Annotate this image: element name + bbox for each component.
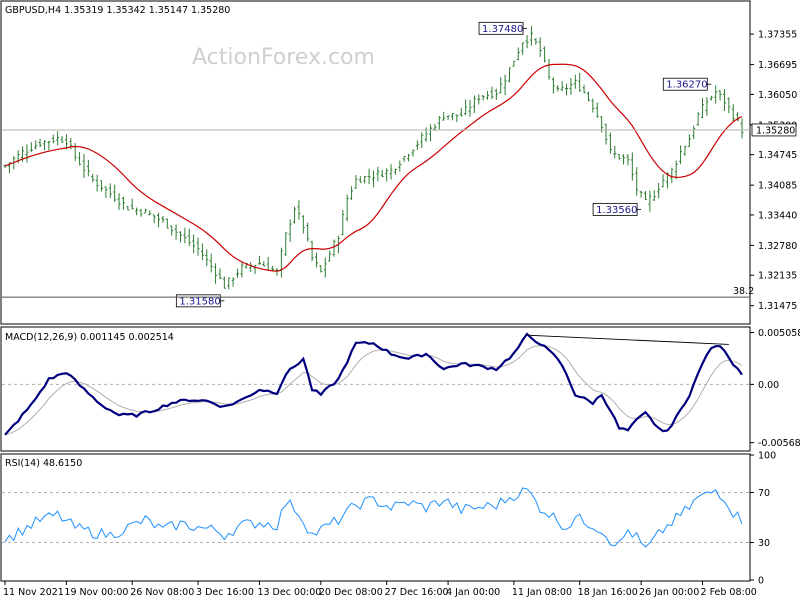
- rsi-tick-label: 0: [758, 576, 764, 587]
- price-panel-title: GBPUSD,H4 1.35319 1.35342 1.35147 1.3528…: [5, 5, 230, 16]
- price-tick-label: 1.36050: [758, 90, 797, 101]
- x-tick-label: 26 Nov 08:00: [130, 587, 194, 598]
- price-panel-frame: [0, 0, 751, 325]
- rsi-tick-label: 30: [758, 538, 770, 549]
- x-tick-label: 3 Dec 16:00: [196, 587, 254, 598]
- price-callout: 1.37480: [478, 21, 528, 35]
- chart-window: GBPUSD,H4 1.35319 1.35342 1.35147 1.3528…: [0, 0, 800, 600]
- macd-tick-label: 0.00: [758, 380, 779, 391]
- price-tick-label: 1.34745: [758, 150, 797, 161]
- x-tick-label: 2 Feb 08:00: [701, 587, 757, 598]
- current-price-label: 1.35280: [756, 125, 795, 136]
- price-callout: 1.36270: [662, 77, 712, 91]
- macd-tick-label: -0.005682: [758, 438, 800, 449]
- callout-label: 1.31580: [179, 296, 220, 307]
- price-tick-label: 1.37355: [758, 30, 797, 41]
- rsi-tick-label: 100: [758, 451, 776, 462]
- chart-canvas: GBPUSD,H4 1.35319 1.35342 1.35147 1.3528…: [0, 0, 800, 598]
- macd-tick-label: 0.005058: [758, 328, 800, 339]
- fib-label: 38.2: [733, 286, 754, 297]
- x-tick-label: 27 Dec 16:00: [385, 587, 449, 598]
- x-tick-label: 11 Nov 2021: [3, 587, 64, 598]
- x-tick-label: 20 Dec 08:00: [319, 587, 383, 598]
- rsi-tick-label: 70: [758, 488, 770, 499]
- price-tick-label: 1.34085: [758, 181, 797, 192]
- price-tick-label: 1.32135: [758, 271, 797, 282]
- price-tick-label: 1.33440: [758, 210, 797, 221]
- price-tick-label: 1.32780: [758, 241, 797, 252]
- price-callout: 1.33560: [592, 202, 642, 216]
- price-tick-label: 1.36695: [758, 60, 797, 71]
- price-y-ticks: 1.373551.366951.360501.353901.347451.340…: [750, 30, 797, 312]
- macd-panel-title: MACD(12,26,9) 0.001145 0.002514: [5, 332, 174, 343]
- x-tick-label: 19 Nov 00:00: [64, 587, 128, 598]
- x-tick-label: 4 Jan 00:00: [446, 587, 500, 598]
- x-tick-label: 26 Jan 00:00: [639, 587, 699, 598]
- callout-label: 1.36270: [666, 80, 707, 91]
- x-tick-label: 13 Dec 00:00: [257, 587, 321, 598]
- callout-label: 1.37480: [482, 24, 523, 35]
- rsi-panel-title: RSI(14) 48.6150: [5, 458, 82, 469]
- x-axis: 11 Nov 2021 19 Nov 00:00 26 Nov 08:00 3 Dec…: [3, 581, 757, 598]
- callout-label: 1.33560: [596, 205, 637, 216]
- x-tick-label: 11 Jan 08:00: [512, 587, 572, 598]
- rsi-panel-frame: [0, 453, 751, 582]
- price-tick-label: 1.31475: [758, 301, 797, 312]
- x-tick-label: 18 Jan 16:00: [578, 587, 638, 598]
- watermark: ActionForex.com: [192, 45, 375, 70]
